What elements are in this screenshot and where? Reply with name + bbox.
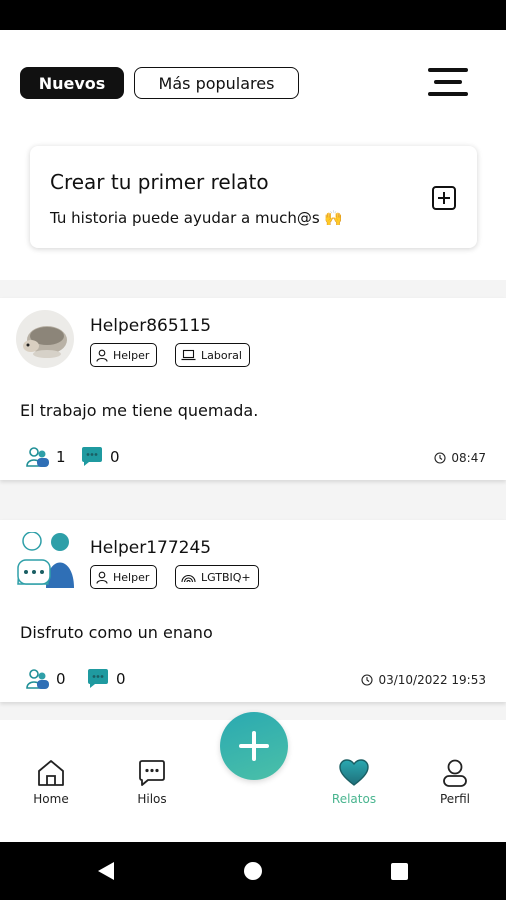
default-user-avatar-icon [16, 532, 74, 590]
add-story-button[interactable] [220, 712, 288, 780]
username[interactable]: Helper177245 [90, 538, 211, 558]
story-card[interactable]: Helper865115 Helper Laboral El trabajo m… [0, 298, 506, 480]
tag-label: LGTBIQ+ [201, 570, 251, 584]
create-story-title: Crear tu primer relato [50, 170, 269, 194]
nav-relatos-label: Relatos [331, 792, 377, 806]
story-card[interactable]: Helper177245 Helper LGTBIQ+ Disfruto com… [0, 520, 506, 702]
tag-lgtbiq: LGTBIQ+ [175, 565, 259, 589]
timestamp-value: 08:47 [451, 451, 486, 465]
tag-laboral: Laboral [175, 343, 250, 367]
status-bar [0, 0, 506, 30]
tag-label: Helper [113, 348, 150, 362]
tab-nuevos[interactable]: Nuevos [20, 67, 124, 99]
user-icon [96, 349, 108, 362]
comments-count-value: 0 [116, 670, 126, 688]
tag-label: Helper [113, 570, 150, 584]
chat-icon [139, 760, 165, 786]
helpers-count[interactable]: 1 [26, 446, 66, 468]
helpers-count[interactable]: 0 [26, 668, 66, 690]
nav-perfil[interactable]: Perfil [410, 758, 500, 806]
story-text: El trabajo me tiene quemada. [20, 401, 259, 420]
clock-icon [361, 674, 373, 686]
hedgehog-avatar-icon [16, 310, 74, 368]
timestamp-value: 03/10/2022 19:53 [378, 673, 486, 687]
create-story-subtitle: Tu historia puede ayudar a much@s 🙌 [50, 209, 344, 227]
clock-icon [434, 452, 446, 464]
create-story-card[interactable]: Crear tu primer relato Tu historia puede… [30, 146, 477, 248]
comments-count-value: 0 [110, 448, 120, 466]
profile-icon [443, 759, 467, 787]
nav-perfil-label: Perfil [439, 792, 471, 806]
comments-count[interactable]: 0 [86, 668, 126, 690]
helpers-icon [26, 447, 49, 467]
tag-helper: Helper [90, 565, 158, 589]
add-story-icon[interactable] [432, 186, 456, 210]
comment-bubble-icon [82, 447, 102, 466]
nav-hilos-label: Hilos [137, 792, 167, 806]
laptop-icon [181, 349, 196, 361]
avatar[interactable] [16, 532, 74, 590]
home-circle-icon[interactable] [244, 862, 262, 880]
rainbow-icon [181, 574, 196, 583]
helpers-count-value: 0 [56, 670, 66, 688]
helpers-icon [26, 669, 49, 689]
heart-icon [339, 759, 369, 786]
avatar[interactable] [16, 310, 74, 368]
nav-home-label: Home [33, 792, 69, 806]
tag-helper: Helper [90, 343, 158, 367]
story-text: Disfruto como un enano [20, 623, 213, 642]
recents-icon[interactable] [391, 863, 408, 880]
back-icon[interactable] [98, 862, 114, 880]
username[interactable]: Helper865115 [90, 316, 211, 336]
tag-label: Laboral [201, 348, 242, 362]
comments-count[interactable]: 0 [80, 446, 120, 468]
system-navigation-bar [0, 842, 506, 900]
tab-mas-populares[interactable]: Más populares [134, 67, 299, 99]
timestamp: 03/10/2022 19:53 [361, 673, 486, 687]
comment-bubble-icon [88, 669, 108, 688]
nav-relatos[interactable]: Relatos [309, 758, 399, 806]
helpers-count-value: 1 [56, 448, 66, 466]
nav-home[interactable]: Home [6, 758, 96, 806]
menu-icon[interactable] [428, 68, 468, 98]
home-icon [38, 760, 64, 786]
user-icon [96, 571, 108, 584]
nav-hilos[interactable]: Hilos [107, 758, 197, 806]
timestamp: 08:47 [434, 451, 486, 465]
